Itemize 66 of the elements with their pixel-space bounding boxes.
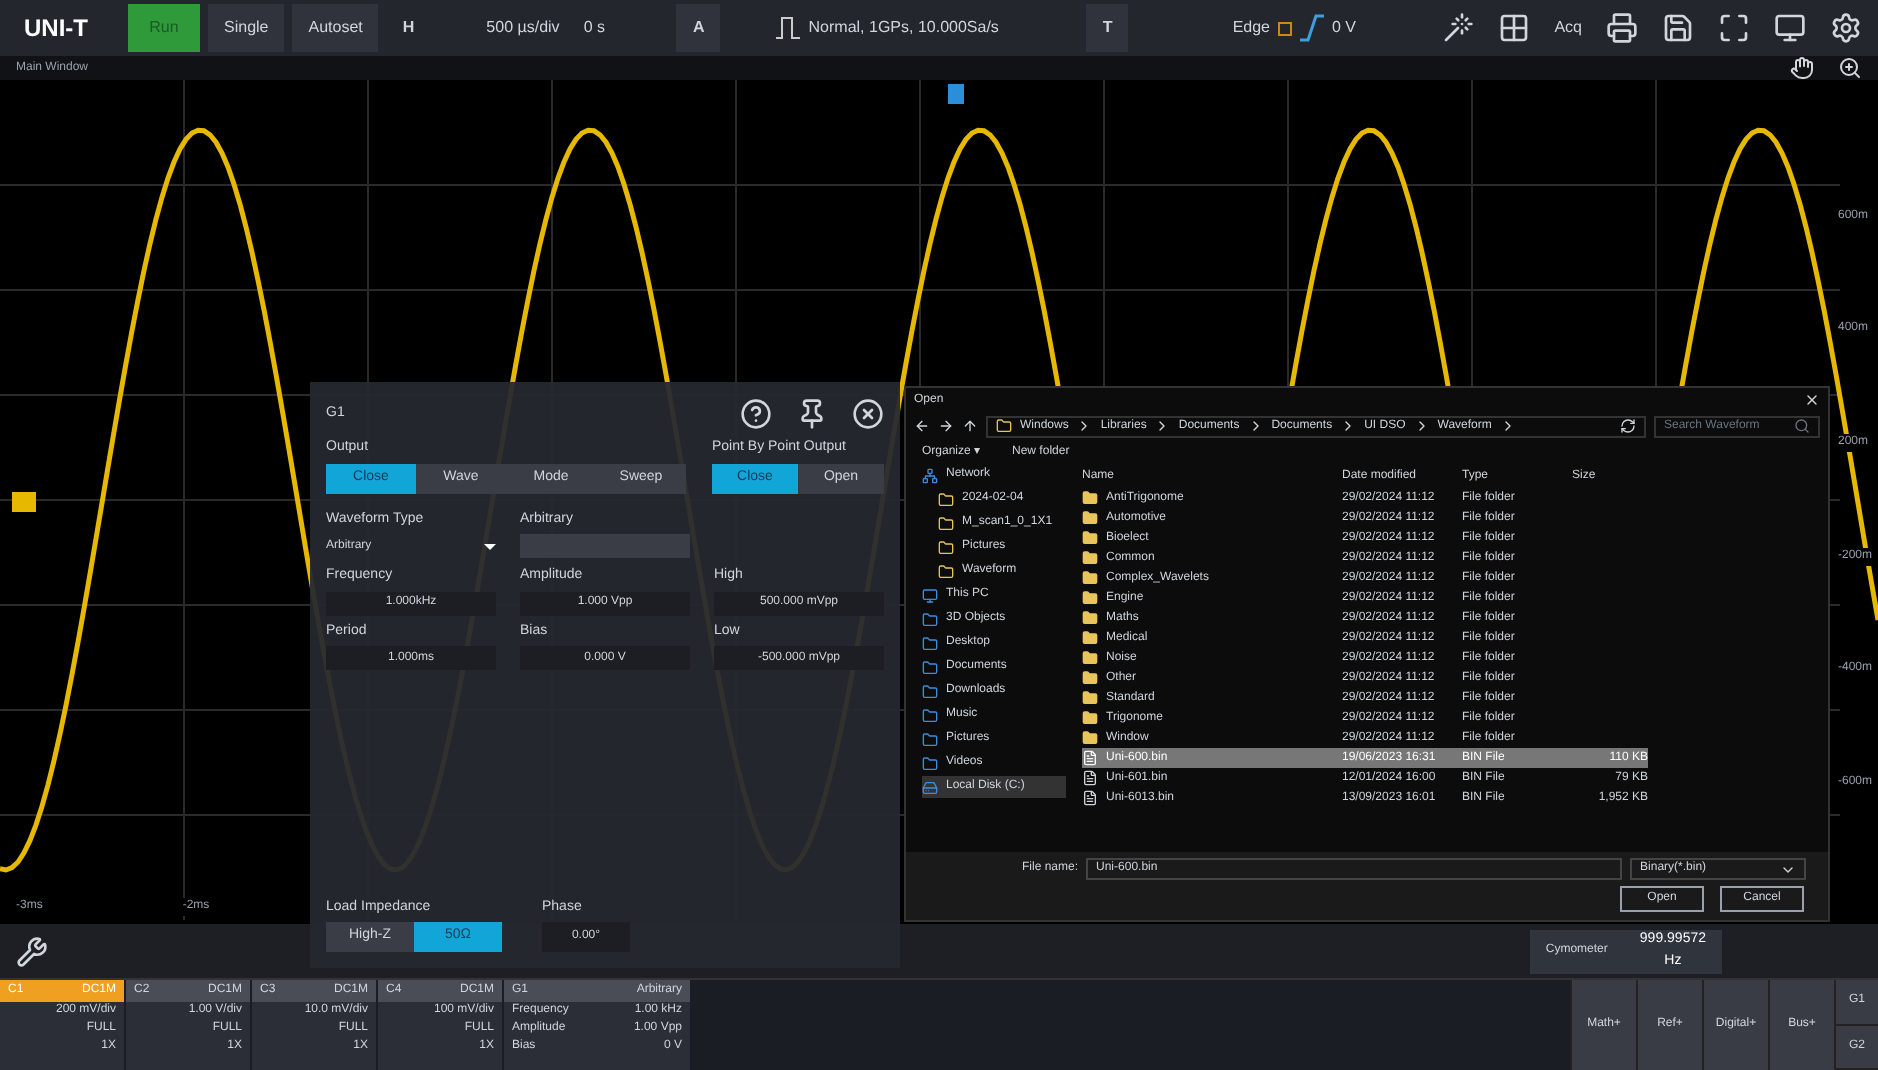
- toolbar-button[interactable]: Autoset: [292, 4, 379, 52]
- folder-icon: [922, 611, 938, 627]
- folder-icon: [1082, 690, 1098, 706]
- folder-icon: [938, 491, 954, 507]
- folder-icon: [996, 418, 1012, 434]
- print-icon[interactable]: [1606, 12, 1638, 44]
- folder-icon: [938, 563, 954, 579]
- acquire-mode-label: Normal, 1GPs, 10.000Sa/s: [808, 16, 999, 40]
- horizontal-button[interactable]: H: [386, 4, 431, 52]
- search-icon: [1794, 418, 1810, 434]
- acq-button[interactable]: Acq: [1554, 16, 1582, 40]
- offset-label: 0 s: [583, 16, 605, 40]
- monitor-icon: [922, 587, 938, 603]
- channel-marker: [12, 492, 36, 512]
- hand-icon[interactable]: [1790, 56, 1814, 80]
- folder-icon: [1082, 530, 1098, 546]
- folder-icon: [922, 635, 938, 651]
- logo: UNI-T: [22, 12, 90, 46]
- file-icon: [1082, 790, 1098, 806]
- settings-icon[interactable]: [1830, 12, 1862, 44]
- trigger-type-label: Edge: [1232, 16, 1270, 40]
- folder-icon: [938, 515, 954, 531]
- folder-icon: [922, 707, 938, 723]
- folder-icon: [1082, 590, 1098, 606]
- trigger-marker: [948, 84, 964, 104]
- pin-icon[interactable]: [796, 398, 828, 430]
- trigger-level-label: 0 V: [1332, 16, 1357, 40]
- arbitrary-field[interactable]: [520, 534, 690, 558]
- folder-icon: [938, 539, 954, 555]
- refresh-icon[interactable]: [1620, 418, 1636, 434]
- rising-edge-icon: [1300, 14, 1324, 42]
- pulse-icon: [776, 16, 801, 40]
- up-icon[interactable]: [962, 418, 978, 434]
- folder-icon: [1082, 730, 1098, 746]
- timebase-label: 500 µs/div: [486, 16, 560, 40]
- folder-icon: [1082, 510, 1098, 526]
- forward-icon[interactable]: [938, 418, 954, 434]
- folder-icon: [1082, 630, 1098, 646]
- file-icon: [1082, 750, 1098, 766]
- help-icon[interactable]: [740, 398, 772, 430]
- file-icon: [1082, 770, 1098, 786]
- acquire-button[interactable]: A: [676, 4, 721, 52]
- folder-icon: [922, 683, 938, 699]
- display-icon[interactable]: [1774, 12, 1806, 44]
- close-icon[interactable]: [1804, 392, 1820, 408]
- folder-icon: [1082, 490, 1098, 506]
- folder-icon: [1082, 610, 1098, 626]
- folder-icon: [1082, 570, 1098, 586]
- fullscreen-icon[interactable]: [1718, 12, 1750, 44]
- folder-icon: [922, 755, 938, 771]
- network-icon: [922, 467, 938, 483]
- toolbar-button[interactable]: Single: [208, 4, 285, 52]
- folder-icon: [1082, 710, 1098, 726]
- trigger-source-icon: [1278, 21, 1292, 35]
- folder-icon: [922, 731, 938, 747]
- zoom-icon[interactable]: [1838, 56, 1862, 80]
- back-icon[interactable]: [914, 418, 930, 434]
- close-icon[interactable]: [852, 398, 884, 430]
- tools-icon[interactable]: [16, 935, 48, 967]
- drive-icon: [922, 779, 938, 795]
- folder-icon: [922, 659, 938, 675]
- folder-icon: [1082, 550, 1098, 566]
- folder-icon: [1082, 670, 1098, 686]
- trigger-button[interactable]: T: [1086, 4, 1129, 52]
- folder-icon: [1082, 650, 1098, 666]
- save-icon[interactable]: [1662, 12, 1694, 44]
